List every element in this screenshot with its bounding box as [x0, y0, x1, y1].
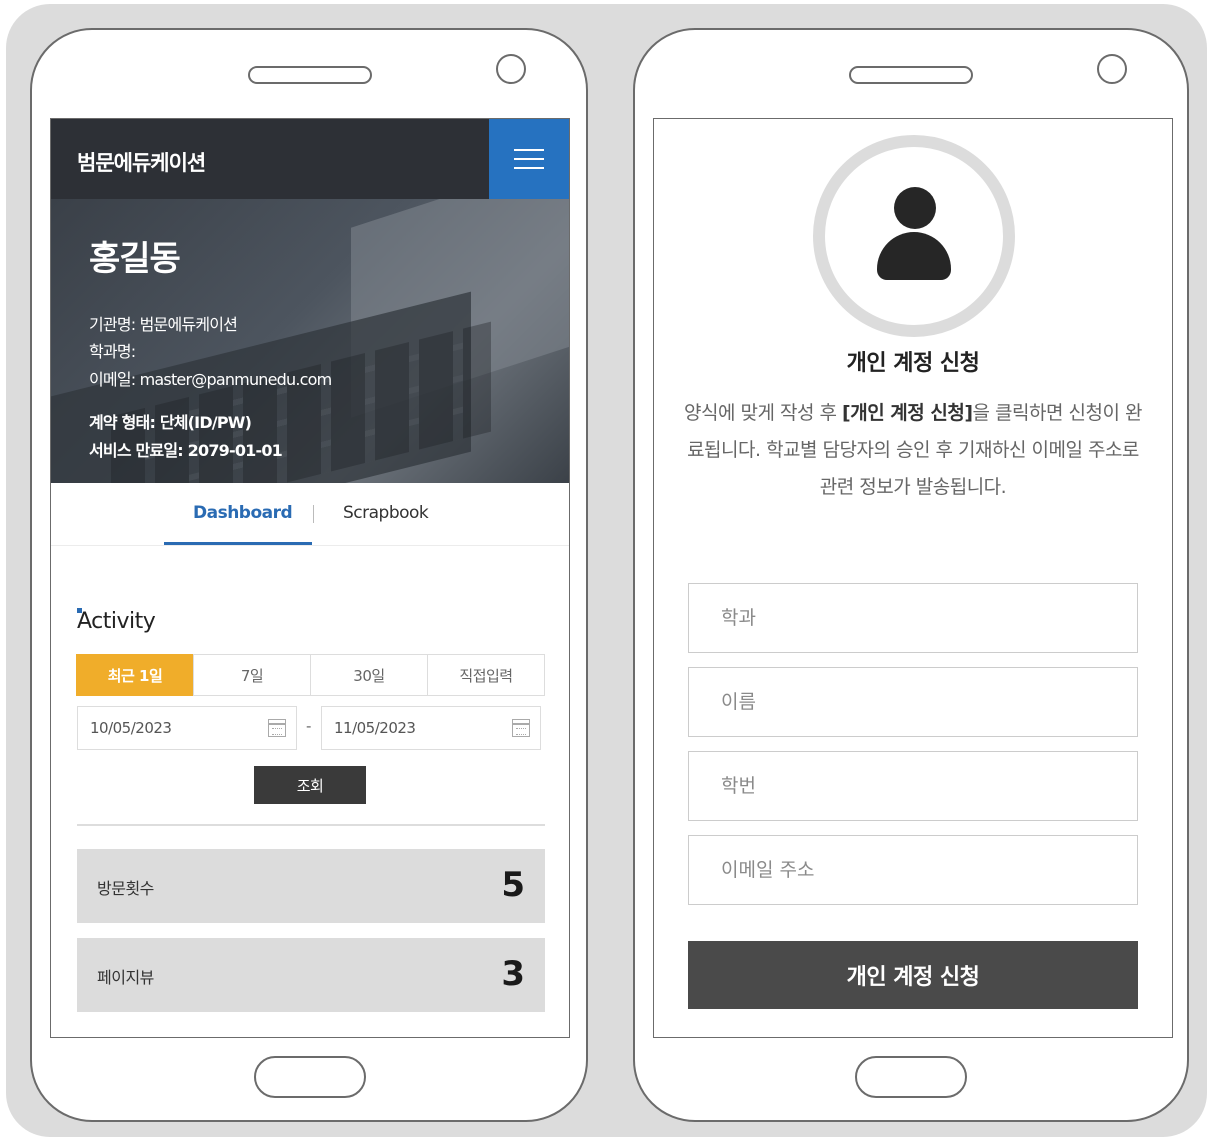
- tab-dashboard[interactable]: Dashboard: [193, 503, 293, 523]
- submit-account-request-button[interactable]: 개인 계정 신청: [688, 941, 1138, 1009]
- end-date-value: 11/05/2023: [334, 719, 416, 737]
- period-7day-button[interactable]: 7일: [193, 654, 311, 696]
- signup-screen: 개인 계정 신청 양식에 맞게 작성 후 [개인 계정 신청]을 클릭하면 신청…: [653, 118, 1173, 1038]
- service-expiry-info: 서비스 만료일: 2079-01-01: [89, 441, 283, 460]
- stat-label: 방문횟수: [97, 879, 154, 898]
- date-separator: -: [306, 717, 312, 735]
- start-date-field[interactable]: 10/05/2023: [77, 706, 297, 750]
- phone-speaker: [248, 66, 372, 84]
- name-input[interactable]: [689, 668, 1137, 736]
- stat-card-pageviews: 페이지뷰 3: [77, 938, 545, 1012]
- email-input[interactable]: [689, 836, 1137, 904]
- period-30day-button[interactable]: 30일: [310, 654, 428, 696]
- contract-type-info: 계약 형태: 단체(ID/PW): [89, 413, 252, 432]
- activity-title: Activity: [77, 609, 156, 634]
- profile-hero: 홍길동 기관명: 범문에듀케이션 학과명: 이메일: master@panmun…: [51, 199, 569, 483]
- stat-value: 5: [501, 865, 525, 905]
- phone-camera: [496, 54, 526, 84]
- hamburger-icon: [514, 149, 544, 169]
- phone-speaker: [849, 66, 973, 84]
- phone-home-button: [855, 1056, 967, 1098]
- calendar-icon[interactable]: [512, 719, 530, 737]
- period-selector: 최근 1일 7일 30일 직접입력: [76, 654, 545, 696]
- query-button[interactable]: 조회: [254, 766, 366, 804]
- department-input[interactable]: [689, 584, 1137, 652]
- end-date-field[interactable]: 11/05/2023: [321, 706, 541, 750]
- email-field[interactable]: [688, 835, 1138, 905]
- department-info: 학과명:: [89, 342, 136, 361]
- tab-scrapbook[interactable]: Scrapbook: [343, 503, 429, 523]
- stat-card-visits: 방문횟수 5: [77, 849, 545, 923]
- calendar-icon[interactable]: [268, 719, 286, 737]
- period-custom-button[interactable]: 직접입력: [427, 654, 545, 696]
- phone-frame-signup: 개인 계정 신청 양식에 맞게 작성 후 [개인 계정 신청]을 클릭하면 신청…: [633, 28, 1189, 1122]
- stat-label: 페이지뷰: [97, 968, 154, 987]
- department-field[interactable]: [688, 583, 1138, 653]
- student-id-input[interactable]: [689, 752, 1137, 820]
- hamburger-menu-button[interactable]: [489, 119, 569, 199]
- form-description: 양식에 맞게 작성 후 [개인 계정 신청]을 클릭하면 신청이 완료됩니다. …: [684, 395, 1142, 506]
- start-date-value: 10/05/2023: [90, 719, 172, 737]
- tab-separator: [313, 505, 314, 523]
- phone-home-button: [254, 1056, 366, 1098]
- name-field[interactable]: [688, 667, 1138, 737]
- active-tab-indicator: [164, 542, 312, 545]
- user-name: 홍길동: [89, 239, 181, 279]
- phone-camera: [1097, 54, 1127, 84]
- phone-frame-dashboard: 범문에듀케이션 홍길동 기관명: 범문에듀케이션 학과명: 이메일: maste…: [30, 28, 588, 1122]
- student-id-field[interactable]: [688, 751, 1138, 821]
- period-1day-button[interactable]: 최근 1일: [76, 654, 194, 696]
- email-info: 이메일: master@panmunedu.com: [89, 370, 332, 389]
- institution-info: 기관명: 범문에듀케이션: [89, 315, 238, 334]
- brand-name: 범문에듀케이션: [77, 151, 206, 175]
- user-head-icon: [894, 187, 936, 229]
- form-title: 개인 계정 신청: [846, 351, 980, 376]
- app-header: 범문에듀케이션: [51, 119, 569, 199]
- description-text: 양식에 맞게 작성 후: [684, 402, 843, 424]
- divider: [77, 824, 545, 826]
- description-emphasis: [개인 계정 신청]: [842, 402, 973, 424]
- dashboard-tabs: Dashboard Scrapbook: [51, 483, 569, 546]
- dashboard-screen: 범문에듀케이션 홍길동 기관명: 범문에듀케이션 학과명: 이메일: maste…: [50, 118, 570, 1038]
- stat-value: 3: [501, 954, 525, 994]
